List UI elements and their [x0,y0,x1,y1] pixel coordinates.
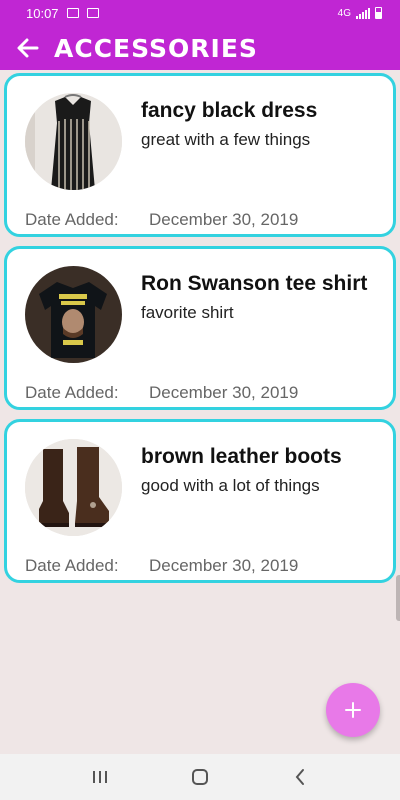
item-photo-dress [25,93,122,190]
date-added-label: Date Added: [25,556,119,575]
nav-back-button[interactable] [280,762,320,792]
home-button[interactable] [180,762,220,792]
add-item-button[interactable] [326,683,380,737]
list-item[interactable]: Ron Swanson tee shirt favorite shirt Dat… [4,246,396,410]
back-button[interactable] [14,34,42,62]
mail-icon [66,8,79,18]
date-added-label: Date Added: [25,383,119,402]
date-added-value: December 30, 2019 [149,383,299,402]
item-description: good with a lot of things [141,476,320,495]
item-photo-boots [25,439,122,536]
status-time: 10:07 [26,5,59,21]
list-item[interactable]: fancy black dress great with a few thing… [4,73,396,237]
item-name: fancy black dress [141,99,318,122]
signal-icon [356,7,370,19]
date-added-value: December 30, 2019 [149,556,299,575]
app-bar: ACCESSORIES [0,26,400,70]
gallery-icon [86,8,99,18]
chevron-left-icon [295,769,304,785]
item-photo-tee-shirt [25,266,122,363]
item-description: great with a few things [141,130,311,149]
home-icon [192,769,208,785]
network-label: 4G [337,7,351,19]
recents-button[interactable] [80,762,120,792]
date-added-value: December 30, 2019 [149,210,299,229]
item-name: Ron Swanson tee shirt [141,272,368,295]
item-description: favorite shirt [141,303,234,322]
arrow-left-icon [17,38,39,58]
page-title: ACCESSORIES [54,33,258,63]
item-name: brown leather boots [141,445,342,468]
plus-icon [345,702,361,718]
battery-icon [375,7,382,19]
list-item[interactable]: brown leather boots good with a lot of t… [4,419,396,583]
recents-icon [93,771,107,783]
status-bar: 10:07 4G [0,0,400,26]
date-added-label: Date Added: [25,210,119,229]
edge-panel-handle[interactable] [396,575,400,621]
system-nav-bar [0,754,400,800]
